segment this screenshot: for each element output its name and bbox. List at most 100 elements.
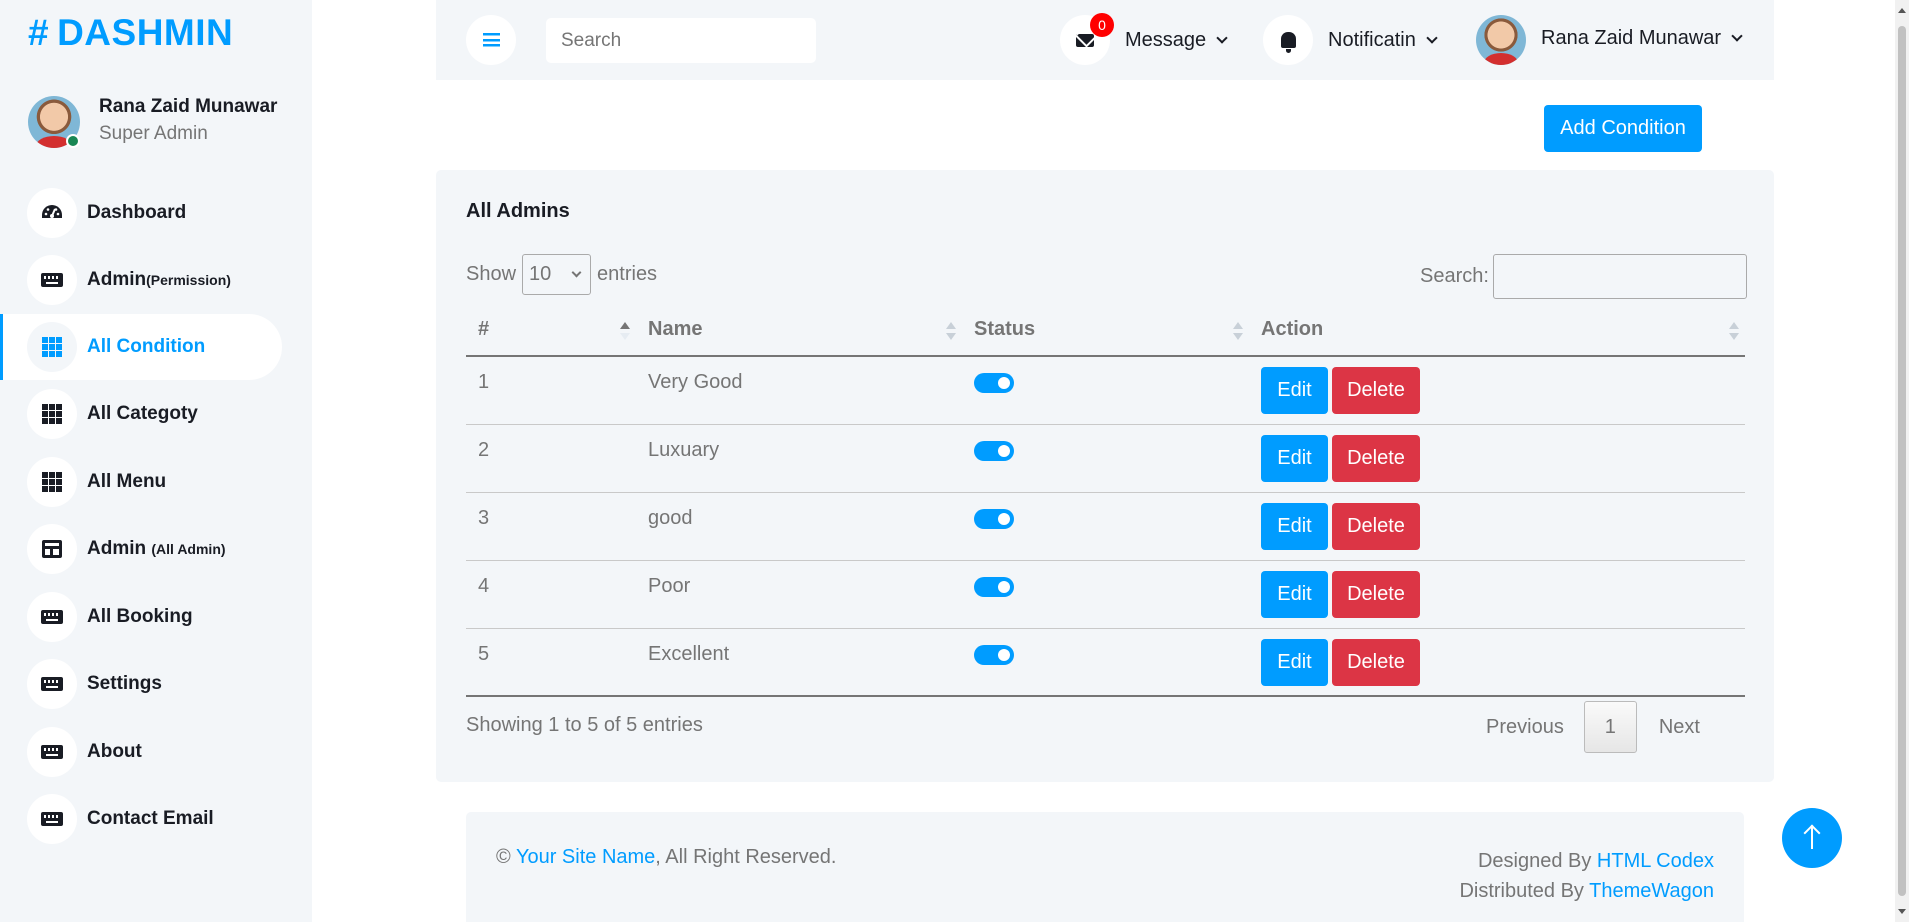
table-search-input[interactable]: [1492, 254, 1747, 299]
row-actions: Edit Delete: [1249, 356, 1745, 425]
sidebar-item-about[interactable]: About: [0, 719, 282, 785]
row-actions: Edit Delete: [1249, 492, 1745, 561]
page-size-select[interactable]: 10: [522, 254, 592, 295]
add-condition-button[interactable]: Add Condition: [1544, 105, 1702, 152]
sidebar-item-admin-all[interactable]: Admin (All Admin): [0, 516, 282, 582]
copyright: © Your Site Name, All Right Reserved.: [496, 846, 837, 869]
brand-name: DASHMIN: [57, 12, 234, 53]
sidebar-item-label: All Condition: [87, 336, 206, 357]
delete-button[interactable]: Delete: [1332, 570, 1420, 618]
sidebar: # DASHMIN Rana Zaid Munawar Super Admin D…: [0, 0, 312, 922]
sidebar-item-label: Contact Email: [87, 808, 214, 829]
table-info: Showing 1 to 5 of 5 entries: [466, 714, 703, 736]
message-button[interactable]: 0: [1060, 13, 1114, 65]
sidebar-item-all-category[interactable]: All Categoty: [0, 381, 282, 447]
pagination-previous[interactable]: Previous: [1486, 716, 1564, 739]
scrollbar-thumb[interactable]: [1898, 26, 1906, 896]
status-toggle[interactable]: [974, 644, 1014, 665]
sidebar-item-label: Dashboard: [87, 202, 187, 223]
column-header-number[interactable]: #: [466, 304, 636, 357]
row-status: [962, 424, 1249, 493]
sidebar-item-label: All Booking: [87, 606, 193, 627]
brand-logo[interactable]: # DASHMIN: [28, 12, 233, 54]
delete-button[interactable]: Delete: [1332, 638, 1420, 686]
notification-dropdown[interactable]: Notificatin: [1328, 29, 1438, 52]
menu-toggle-button[interactable]: [466, 15, 516, 65]
row-actions: Edit Delete: [1249, 628, 1745, 697]
hamburger-icon: [482, 33, 500, 47]
sidebar-item-dashboard[interactable]: Dashboard: [0, 180, 282, 246]
footer: © Your Site Name, All Right Reserved. De…: [466, 812, 1744, 922]
scroll-down-icon[interactable]: [1898, 909, 1906, 914]
edit-button[interactable]: Edit: [1261, 638, 1328, 686]
credits: Designed By HTML Codex Distributed By Th…: [1459, 846, 1714, 906]
notification-button[interactable]: [1263, 15, 1313, 65]
row-number: 5: [466, 628, 636, 697]
profile-role: Super Admin: [99, 123, 208, 144]
pagination-page-1[interactable]: 1: [1583, 701, 1637, 753]
keyboard-icon: [27, 659, 77, 709]
status-toggle[interactable]: [974, 576, 1014, 597]
edit-button[interactable]: Edit: [1261, 502, 1328, 550]
grid-icon: [27, 457, 77, 507]
sidebar-item-admin-permission[interactable]: Admin (Permission): [0, 247, 282, 313]
sidebar-item-label: Admin: [87, 538, 152, 559]
column-header-status[interactable]: Status: [962, 304, 1249, 357]
gauge-icon: [27, 188, 77, 238]
chevron-down-icon: [571, 267, 582, 278]
card-title: All Admins: [466, 200, 570, 222]
sort-icon: [1233, 322, 1243, 340]
keyboard-icon: [27, 592, 77, 642]
sidebar-item-all-menu[interactable]: All Menu: [0, 449, 282, 515]
edit-button[interactable]: Edit: [1261, 570, 1328, 618]
edit-button[interactable]: Edit: [1261, 434, 1328, 482]
delete-button[interactable]: Delete: [1332, 502, 1420, 550]
row-status: [962, 356, 1249, 425]
sidebar-item-label: About: [87, 741, 142, 762]
sidebar-profile: Rana Zaid Munawar Super Admin: [28, 96, 277, 148]
row-actions: Edit Delete: [1249, 560, 1745, 629]
scroll-up-icon[interactable]: [1898, 8, 1906, 13]
sidebar-item-all-condition[interactable]: All Condition: [0, 314, 282, 380]
distributor-link[interactable]: ThemeWagon: [1589, 880, 1714, 902]
pagination-next[interactable]: Next: [1659, 716, 1700, 739]
sort-icon: [1729, 322, 1739, 340]
table-row: 5 Excellent Edit Delete: [466, 628, 1745, 697]
status-toggle[interactable]: [974, 373, 1014, 393]
distributed-by-label: Distributed By: [1459, 880, 1590, 902]
sidebar-item-all-booking[interactable]: All Booking: [0, 584, 282, 650]
column-header-name[interactable]: Name: [636, 304, 962, 357]
sidebar-item-settings[interactable]: Settings: [0, 651, 282, 717]
edit-button[interactable]: Edit: [1261, 367, 1328, 414]
designer-link[interactable]: HTML Codex: [1597, 850, 1714, 872]
online-status-dot: [66, 134, 80, 148]
user-dropdown[interactable]: Rana Zaid Munawar: [1541, 27, 1743, 50]
row-name: Poor: [636, 560, 962, 629]
row-status: [962, 628, 1249, 697]
bell-icon: [1280, 32, 1296, 53]
status-toggle[interactable]: [974, 508, 1014, 529]
user-avatar[interactable]: [1476, 15, 1526, 65]
action-bar: Add Condition: [436, 80, 1774, 170]
row-number: 2: [466, 424, 636, 493]
column-header-action[interactable]: Action: [1249, 304, 1745, 357]
delete-button[interactable]: Delete: [1332, 367, 1420, 414]
back-to-top-button[interactable]: [1782, 808, 1842, 868]
delete-button[interactable]: Delete: [1332, 434, 1420, 482]
copyright-icon: ©: [496, 846, 511, 868]
pagination: Previous 1 Next: [1486, 701, 1700, 753]
table-card: All Admins Show 10 entries Search: # Nam…: [436, 170, 1774, 782]
site-name-link[interactable]: Your Site Name: [516, 846, 655, 868]
row-actions: Edit Delete: [1249, 424, 1745, 493]
arrow-up-icon: [1811, 827, 1813, 849]
avatar: [1476, 15, 1526, 65]
keyboard-icon: [27, 255, 77, 305]
search-input[interactable]: [546, 18, 816, 63]
page-size-value: 10: [529, 263, 552, 285]
message-dropdown[interactable]: Message: [1125, 29, 1228, 52]
status-toggle[interactable]: [974, 440, 1014, 461]
page-scrollbar[interactable]: [1895, 0, 1909, 922]
sidebar-item-contact-email[interactable]: Contact Email: [0, 786, 282, 852]
sidebar-item-label: Settings: [87, 673, 162, 694]
show-label: Show: [466, 263, 517, 285]
